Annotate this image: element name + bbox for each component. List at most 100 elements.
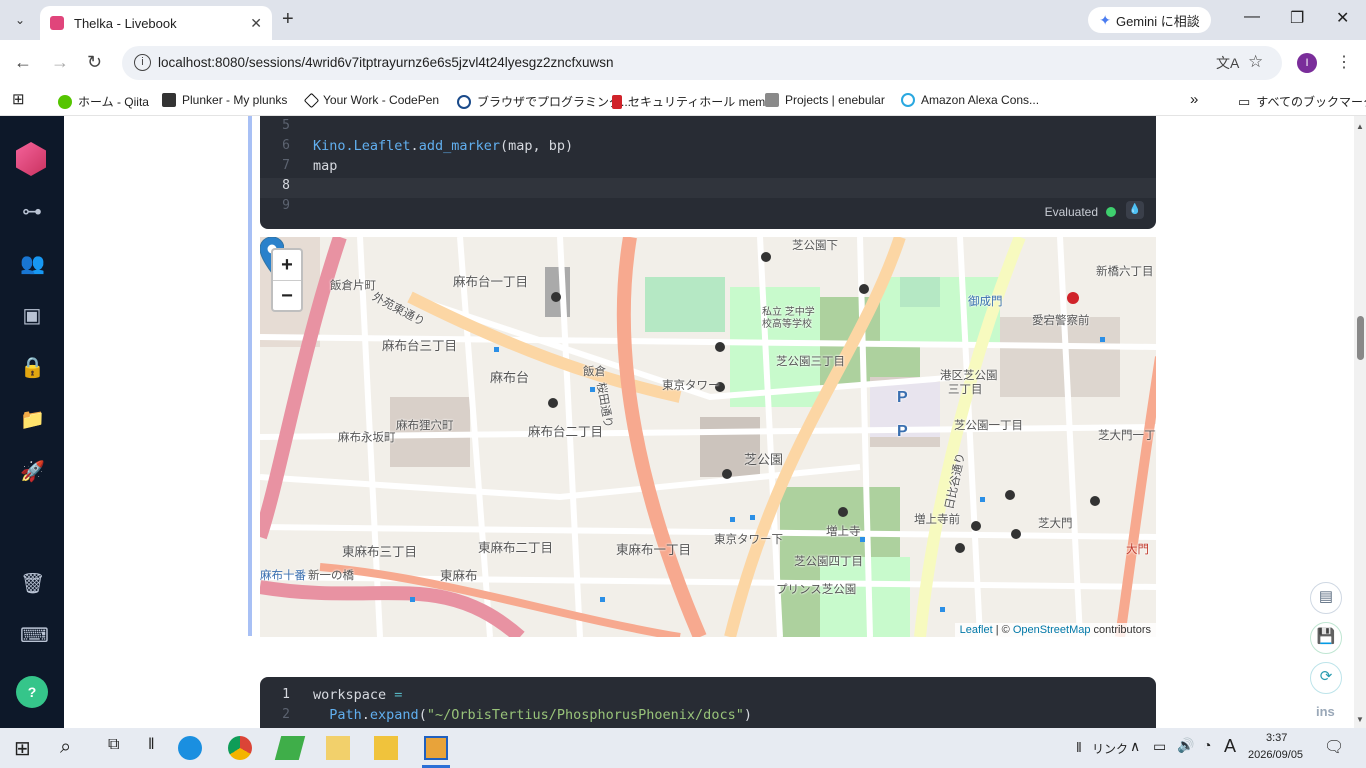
layout-toggle-button[interactable]: ▤ xyxy=(1310,582,1342,614)
bookmark-item[interactable]: Plunker - My plunks xyxy=(162,93,287,107)
restore-icon[interactable]: ❐ xyxy=(1290,8,1304,28)
volume-icon[interactable]: 🔊 xyxy=(1177,737,1194,754)
search-icon[interactable]: ⌕ xyxy=(60,736,84,760)
browser-menu-icon[interactable]: ⋮ xyxy=(1336,52,1352,72)
scrollbar-thumb[interactable] xyxy=(1357,316,1364,360)
notes-app-icon[interactable] xyxy=(274,736,306,760)
secrets-lock-icon[interactable]: 🔒 xyxy=(20,356,45,380)
deploy-rocket-icon[interactable]: 🚀 xyxy=(20,460,45,484)
code-args: (map, bp) xyxy=(499,138,574,154)
tray-chevron-icon[interactable]: ∧ xyxy=(1130,738,1140,755)
code-cell-editor[interactable]: 1 workspace = 2 Path.expand("~/OrbisTert… xyxy=(260,677,1156,728)
windows-start-icon[interactable]: ⊞ xyxy=(14,736,38,760)
page-scrollbar[interactable]: ▲ ▼ xyxy=(1354,116,1366,728)
reload-icon[interactable]: ↻ xyxy=(87,52,102,73)
security-memo-icon xyxy=(612,94,622,109)
task-view-icon[interactable]: ⧉ xyxy=(108,736,132,760)
map-label: 新一の橋 xyxy=(308,570,354,582)
alexa-icon xyxy=(901,93,915,107)
ime-mode-indicator[interactable]: A xyxy=(1224,736,1236,757)
bookmark-star-icon[interactable]: ☆ xyxy=(1248,52,1263,72)
map-label: 芝公園下 xyxy=(792,240,838,252)
map-label: 麻布台三丁目 xyxy=(382,339,458,353)
map-label: 東麻布一丁目 xyxy=(616,543,692,557)
code-text[interactable]: workspace = xyxy=(313,687,402,703)
clock-date[interactable]: 2026/09/05 xyxy=(1248,749,1303,761)
leaflet-map[interactable]: 飯倉片町 麻布台一丁目 芝公園下 新橋六丁目 御成門 愛宕警察前 麻布台三丁目 … xyxy=(260,237,1156,637)
notebook-area: 5 6 Kino.Leaflet.add_marker(map, bp) 7 m… xyxy=(64,116,1354,728)
erlang-drop-icon[interactable]: 💧 xyxy=(1126,201,1144,219)
address-bar[interactable]: i localhost:8080/sessions/4wrid6v7itptra… xyxy=(122,46,1282,80)
save-button[interactable]: 💾 xyxy=(1310,622,1342,654)
map-label: 東麻布 xyxy=(440,569,478,583)
keyboard-shortcuts-icon[interactable]: ⌨ xyxy=(20,624,49,648)
map-label: 飯倉片町 xyxy=(330,280,376,292)
bookmark-item[interactable]: Projects | enebular xyxy=(765,93,885,107)
edge-icon[interactable] xyxy=(178,736,202,760)
runtime-cpu-icon[interactable]: ▣ xyxy=(20,304,44,328)
map-label: 新橋六丁目 xyxy=(1096,266,1154,278)
all-bookmarks[interactable]: ▭ すべてのブックマーク xyxy=(1238,93,1366,110)
ime-link-label[interactable]: リンク xyxy=(1092,740,1128,757)
users-icon[interactable]: 👥 xyxy=(20,252,45,276)
chrome-icon[interactable] xyxy=(228,736,252,760)
wifi-icon[interactable]: ◔ xyxy=(1203,737,1211,753)
paiza-icon xyxy=(457,94,471,109)
osm-link[interactable]: OpenStreetMap xyxy=(1013,624,1091,636)
code-line-active: 8 xyxy=(260,178,1156,198)
map-label: 芝公園三丁目 xyxy=(776,356,845,368)
tab-title: Thelka - Livebook xyxy=(74,15,177,31)
apps-grid-icon[interactable]: ⊞ xyxy=(12,90,25,108)
map-label: 麻布台一丁目 xyxy=(453,275,529,289)
url-text[interactable]: localhost:8080/sessions/4wrid6v7itptrayu… xyxy=(158,55,614,70)
line-number: 6 xyxy=(282,138,290,153)
code-cell-editor[interactable]: 5 6 Kino.Leaflet.add_marker(map, bp) 7 m… xyxy=(260,116,1156,229)
bookmark-item[interactable]: セキュリティホール memo xyxy=(612,93,772,110)
app-icon[interactable] xyxy=(424,736,448,760)
code-text[interactable]: Path.expand("~/OrbisTertius/PhosphorusPh… xyxy=(313,707,752,723)
zoom-control: + − xyxy=(271,248,303,312)
bookmark-item[interactable]: Amazon Alexa Cons... xyxy=(901,93,1039,107)
notification-icon[interactable]: 🗨 xyxy=(1324,737,1344,757)
site-info-icon[interactable]: i xyxy=(134,54,151,71)
profile-avatar[interactable]: I xyxy=(1297,53,1317,73)
battery-icon[interactable]: ▭ xyxy=(1153,738,1166,755)
reevaluate-button[interactable]: ⟳ xyxy=(1310,662,1342,694)
code-dot: . xyxy=(361,707,370,723)
scroll-up-icon[interactable]: ▲ xyxy=(1356,122,1364,131)
bookmarks-overflow-icon[interactable]: » xyxy=(1190,91,1198,108)
scroll-down-icon[interactable]: ▼ xyxy=(1356,715,1364,724)
back-arrow-icon[interactable]: ← xyxy=(14,52,32,73)
bookmark-item[interactable]: ホーム - Qiita xyxy=(58,93,149,110)
browser-tab[interactable]: Thelka - Livebook ✕ xyxy=(40,6,272,40)
zoom-in-button[interactable]: + xyxy=(273,250,301,280)
outline-tree-icon[interactable]: ⊶ xyxy=(20,200,44,224)
tab-close-icon[interactable]: ✕ xyxy=(250,15,262,32)
new-tab-button[interactable]: + xyxy=(282,8,294,31)
clock-time[interactable]: 3:37 xyxy=(1266,732,1287,744)
livebook-favicon-icon xyxy=(50,16,64,30)
bookmark-item[interactable]: Your Work - CodePen xyxy=(303,92,439,108)
files-folder-icon[interactable]: 📁 xyxy=(20,408,45,432)
zoom-out-button[interactable]: − xyxy=(273,280,301,310)
window-close-icon[interactable]: ✕ xyxy=(1336,8,1349,28)
park-area xyxy=(900,277,940,307)
code-text[interactable]: Kino.Leaflet.add_marker(map, bp) xyxy=(313,138,573,154)
bookmark-item[interactable]: ブラウザでプログラミング... xyxy=(457,93,631,110)
leaflet-link[interactable]: Leaflet xyxy=(960,624,993,636)
code-text[interactable]: map xyxy=(313,158,337,174)
map-label: 東麻布二丁目 xyxy=(478,541,554,555)
map-label: 麻布台二丁目 xyxy=(528,425,604,439)
translate-icon[interactable]: 文A xyxy=(1216,53,1239,73)
gemini-button[interactable]: ✦ Gemini に相談 xyxy=(1088,7,1211,33)
help-button[interactable]: ? xyxy=(16,676,48,708)
livebook-logo-icon[interactable] xyxy=(16,142,46,176)
photos-app-icon[interactable] xyxy=(326,736,350,760)
forward-arrow-icon[interactable]: → xyxy=(51,52,69,73)
file-explorer-icon[interactable] xyxy=(374,736,398,760)
bookmark-label: ブラウザでプログラミング... xyxy=(477,95,632,109)
bin-trash-icon[interactable]: 🗑 xyxy=(20,572,45,596)
tab-search-chevron-icon[interactable]: ⌄ xyxy=(8,9,32,31)
bookmarks-bar: ⊞ ホーム - Qiita Plunker - My plunks Your W… xyxy=(0,86,1366,116)
minimize-icon[interactable]: — xyxy=(1244,8,1260,26)
